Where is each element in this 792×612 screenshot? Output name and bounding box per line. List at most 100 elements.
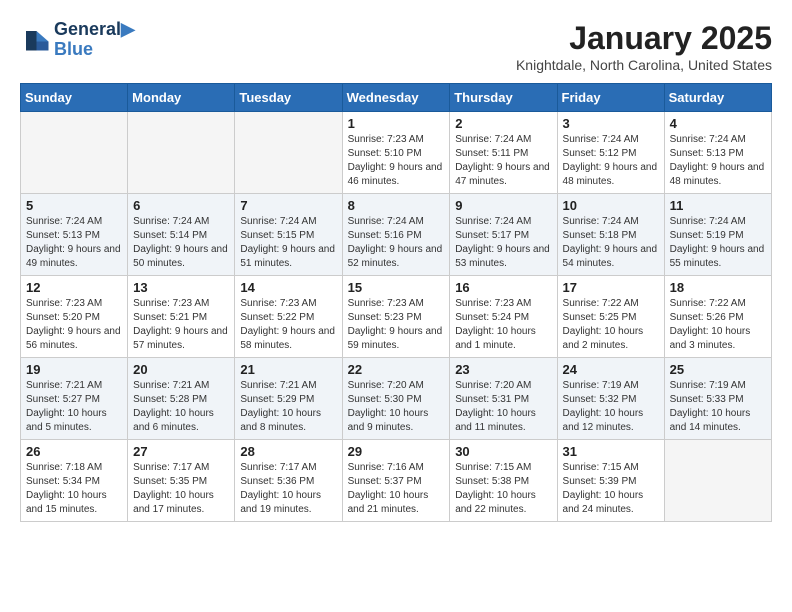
calendar-day-cell: 1 Sunrise: 7:23 AMSunset: 5:10 PMDaylight… [342,112,450,194]
day-info: Sunrise: 7:23 AMSunset: 5:10 PMDaylight:… [348,133,445,189]
calendar-title: January 2025 [516,20,772,57]
weekday-header: Thursday [450,84,557,112]
calendar-day-cell: 10 Sunrise: 7:24 AMSunset: 5:18 PMDayligh… [557,194,664,276]
day-info: Sunrise: 7:22 AMSunset: 5:26 PMDaylight:… [670,297,766,353]
day-number: 31 [563,444,659,459]
day-number: 1 [348,116,445,131]
calendar-day-cell: 26 Sunrise: 7:18 AMSunset: 5:34 PMDayligh… [21,440,128,522]
day-number: 7 [240,198,336,213]
day-number: 28 [240,444,336,459]
day-info: Sunrise: 7:21 AMSunset: 5:28 PMDaylight:… [133,379,229,435]
calendar-day-cell: 12 Sunrise: 7:23 AMSunset: 5:20 PMDayligh… [21,276,128,358]
calendar-day-cell: 28Sunrise: 7:17 AMSunset: 5:36 PMDayligh… [235,440,342,522]
day-number: 2 [455,116,551,131]
day-info: Sunrise: 7:16 AMSunset: 5:37 PMDaylight:… [348,461,445,517]
day-number: 4 [670,116,766,131]
calendar-week-row: 12 Sunrise: 7:23 AMSunset: 5:20 PMDayligh… [21,276,772,358]
day-number: 14 [240,280,336,295]
day-number: 21 [240,362,336,377]
calendar-day-cell: 11 Sunrise: 7:24 AMSunset: 5:19 PMDayligh… [664,194,771,276]
day-info: Sunrise: 7:24 AMSunset: 5:15 PMDaylight:… [240,215,336,271]
day-number: 9 [455,198,551,213]
day-number: 25 [670,362,766,377]
calendar-day-cell: 6 Sunrise: 7:24 AMSunset: 5:14 PMDaylight… [128,194,235,276]
calendar-day-cell [235,112,342,194]
day-info: Sunrise: 7:18 AMSunset: 5:34 PMDaylight:… [26,461,122,517]
day-info: Sunrise: 7:24 AMSunset: 5:11 PMDaylight:… [455,133,551,189]
day-number: 12 [26,280,122,295]
day-info: Sunrise: 7:24 AMSunset: 5:16 PMDaylight:… [348,215,445,271]
calendar-day-cell: 20Sunrise: 7:21 AMSunset: 5:28 PMDayligh… [128,358,235,440]
logo: General▶ Blue [20,20,135,60]
calendar-week-row: 5 Sunrise: 7:24 AMSunset: 5:13 PMDaylight… [21,194,772,276]
day-number: 5 [26,198,122,213]
day-info: Sunrise: 7:15 AMSunset: 5:38 PMDaylight:… [455,461,551,517]
calendar-day-cell: 23 Sunrise: 7:20 AMSunset: 5:31 PMDayligh… [450,358,557,440]
calendar-day-cell: 5 Sunrise: 7:24 AMSunset: 5:13 PMDaylight… [21,194,128,276]
calendar-day-cell: 9 Sunrise: 7:24 AMSunset: 5:17 PMDaylight… [450,194,557,276]
calendar-day-cell: 18 Sunrise: 7:22 AMSunset: 5:26 PMDayligh… [664,276,771,358]
day-number: 17 [563,280,659,295]
calendar-day-cell: 22 Sunrise: 7:20 AMSunset: 5:30 PMDayligh… [342,358,450,440]
day-info: Sunrise: 7:20 AMSunset: 5:31 PMDaylight:… [455,379,551,435]
logo-icon [20,25,50,55]
day-number: 22 [348,362,445,377]
calendar-day-cell: 8 Sunrise: 7:24 AMSunset: 5:16 PMDaylight… [342,194,450,276]
calendar-day-cell: 15Sunrise: 7:23 AMSunset: 5:23 PMDayligh… [342,276,450,358]
weekday-header: Monday [128,84,235,112]
calendar-day-cell: 24 Sunrise: 7:19 AMSunset: 5:32 PMDayligh… [557,358,664,440]
day-info: Sunrise: 7:24 AMSunset: 5:19 PMDaylight:… [670,215,766,271]
calendar-week-row: 1 Sunrise: 7:23 AMSunset: 5:10 PMDaylight… [21,112,772,194]
calendar-week-row: 26 Sunrise: 7:18 AMSunset: 5:34 PMDayligh… [21,440,772,522]
day-info: Sunrise: 7:24 AMSunset: 5:18 PMDaylight:… [563,215,659,271]
day-number: 27 [133,444,229,459]
day-number: 3 [563,116,659,131]
calendar-day-cell: 14 Sunrise: 7:23 AMSunset: 5:22 PMDayligh… [235,276,342,358]
day-info: Sunrise: 7:24 AMSunset: 5:13 PMDaylight:… [670,133,766,189]
day-info: Sunrise: 7:21 AMSunset: 5:27 PMDaylight:… [26,379,122,435]
calendar-day-cell: 25Sunrise: 7:19 AMSunset: 5:33 PMDayligh… [664,358,771,440]
day-info: Sunrise: 7:23 AMSunset: 5:20 PMDaylight:… [26,297,122,353]
day-number: 24 [563,362,659,377]
day-info: Sunrise: 7:17 AMSunset: 5:35 PMDaylight:… [133,461,229,517]
weekday-header: Saturday [664,84,771,112]
calendar-table: SundayMondayTuesdayWednesdayThursdayFrid… [20,83,772,522]
calendar-week-row: 19 Sunrise: 7:21 AMSunset: 5:27 PMDayligh… [21,358,772,440]
logo-text: General▶ Blue [54,20,135,60]
calendar-day-cell: 27 Sunrise: 7:17 AMSunset: 5:35 PMDayligh… [128,440,235,522]
day-info: Sunrise: 7:23 AMSunset: 5:24 PMDaylight:… [455,297,551,353]
day-number: 26 [26,444,122,459]
day-number: 18 [670,280,766,295]
day-number: 6 [133,198,229,213]
day-info: Sunrise: 7:24 AMSunset: 5:14 PMDaylight:… [133,215,229,271]
weekday-header-row: SundayMondayTuesdayWednesdayThursdayFrid… [21,84,772,112]
day-number: 10 [563,198,659,213]
day-info: Sunrise: 7:24 AMSunset: 5:13 PMDaylight:… [26,215,122,271]
day-info: Sunrise: 7:23 AMSunset: 5:23 PMDaylight:… [348,297,445,353]
day-number: 19 [26,362,122,377]
title-block: January 2025 Knightdale, North Carolina,… [516,20,772,73]
calendar-day-cell: 17Sunrise: 7:22 AMSunset: 5:25 PMDayligh… [557,276,664,358]
day-info: Sunrise: 7:23 AMSunset: 5:21 PMDaylight:… [133,297,229,353]
day-info: Sunrise: 7:19 AMSunset: 5:32 PMDaylight:… [563,379,659,435]
day-info: Sunrise: 7:21 AMSunset: 5:29 PMDaylight:… [240,379,336,435]
day-info: Sunrise: 7:24 AMSunset: 5:12 PMDaylight:… [563,133,659,189]
day-info: Sunrise: 7:20 AMSunset: 5:30 PMDaylight:… [348,379,445,435]
day-number: 16 [455,280,551,295]
day-number: 8 [348,198,445,213]
day-number: 13 [133,280,229,295]
calendar-day-cell: 3 Sunrise: 7:24 AMSunset: 5:12 PMDaylight… [557,112,664,194]
calendar-day-cell: 31Sunrise: 7:15 AMSunset: 5:39 PMDayligh… [557,440,664,522]
calendar-day-cell [21,112,128,194]
day-number: 11 [670,198,766,213]
day-info: Sunrise: 7:23 AMSunset: 5:22 PMDaylight:… [240,297,336,353]
calendar-day-cell: 29Sunrise: 7:16 AMSunset: 5:37 PMDayligh… [342,440,450,522]
weekday-header: Sunday [21,84,128,112]
day-number: 23 [455,362,551,377]
calendar-day-cell: 4 Sunrise: 7:24 AMSunset: 5:13 PMDaylight… [664,112,771,194]
day-info: Sunrise: 7:24 AMSunset: 5:17 PMDaylight:… [455,215,551,271]
calendar-day-cell: 30Sunrise: 7:15 AMSunset: 5:38 PMDayligh… [450,440,557,522]
weekday-header: Tuesday [235,84,342,112]
calendar-day-cell: 21 Sunrise: 7:21 AMSunset: 5:29 PMDayligh… [235,358,342,440]
calendar-day-cell: 2 Sunrise: 7:24 AMSunset: 5:11 PMDaylight… [450,112,557,194]
